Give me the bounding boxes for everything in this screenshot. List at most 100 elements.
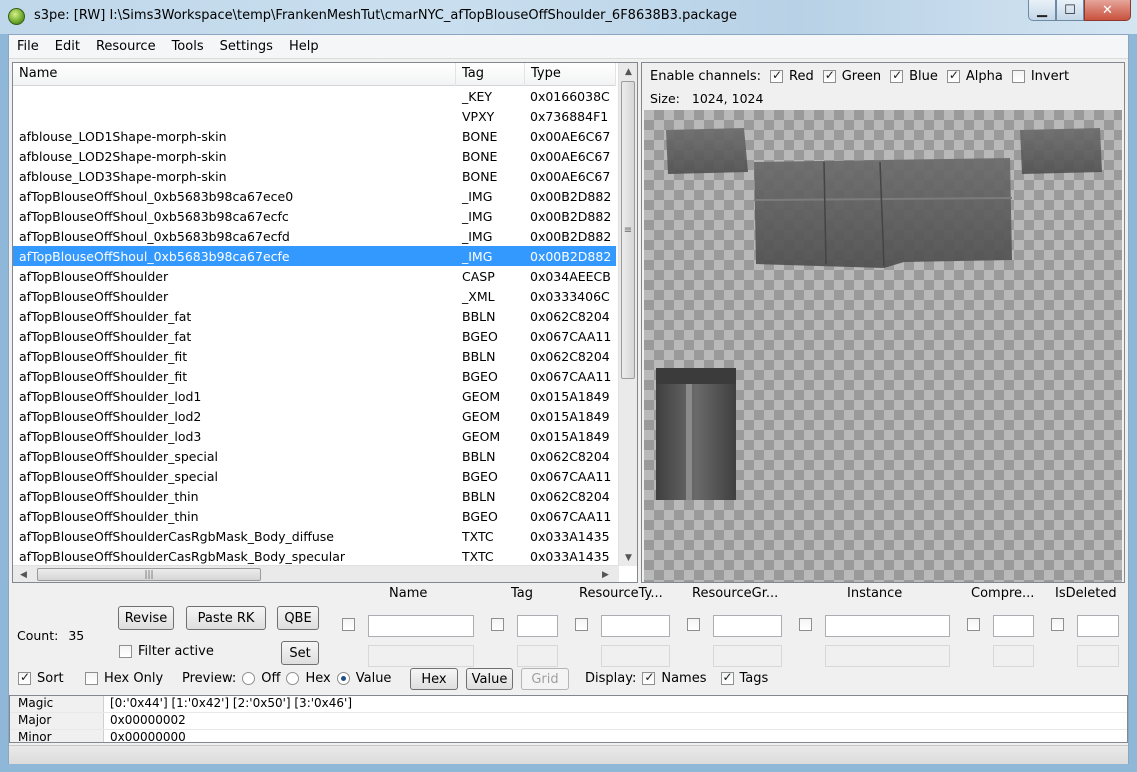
table-row[interactable]: afTopBlouseOffShoul_0xb5683b98ca67ecfc _I… xyxy=(13,206,616,226)
channel-green[interactable]: Green xyxy=(822,68,881,84)
table-row[interactable]: afblouse_LOD1Shape-morph-skin BONE 0x00AE6… xyxy=(13,126,616,146)
revise-button[interactable]: Revise xyxy=(118,606,174,630)
property-row[interactable]: Major 0x00000002 xyxy=(10,713,1127,730)
menu-settings[interactable]: Settings xyxy=(212,39,281,54)
table-row[interactable]: afTopBlouseOffShoulder_special BGEO 0x067C… xyxy=(13,466,616,486)
table-row[interactable]: afTopBlouseOffShoul_0xb5683b98ca67ecfd _I… xyxy=(13,226,616,246)
invert-checkbox[interactable] xyxy=(1011,70,1025,83)
filter-active-toggle[interactable]: Filter active xyxy=(119,644,214,659)
preview-off-radio[interactable] xyxy=(242,672,256,685)
sort-toggle[interactable]: Sort xyxy=(18,670,64,686)
scroll-left-icon[interactable]: ◀ xyxy=(15,566,32,582)
filter-instance-input[interactable] xyxy=(825,615,950,637)
filter-tag-input[interactable] xyxy=(517,615,558,637)
alpha-checkbox[interactable] xyxy=(946,68,960,83)
cell-tag: _IMG xyxy=(462,248,493,264)
close-button[interactable]: ✕ xyxy=(1084,0,1131,21)
menu-edit[interactable]: Edit xyxy=(47,39,88,54)
menu-file[interactable]: File xyxy=(9,39,47,54)
set-button[interactable]: Set xyxy=(281,641,319,665)
table-row[interactable]: afTopBlouseOffShoulder_lod1 GEOM 0x015A184… xyxy=(13,386,616,406)
maximize-button[interactable]: ☐ xyxy=(1056,0,1084,21)
table-row[interactable]: VPXY 0x736884F1 xyxy=(13,106,616,126)
table-row[interactable]: afTopBlouseOffShoulder_lod3 GEOM 0x015A184… xyxy=(13,426,616,446)
filter-active-checkbox[interactable] xyxy=(119,645,132,658)
scroll-thumb[interactable]: ≡ xyxy=(621,81,635,379)
scroll-right-icon[interactable]: ▶ xyxy=(597,566,614,582)
cell-tag: BONE xyxy=(462,168,498,184)
filter-tag-checkbox[interactable] xyxy=(491,618,504,631)
red-checkbox[interactable] xyxy=(770,68,784,83)
cell-type: 0x00AE6C67 xyxy=(530,128,611,144)
filter-isdeleted-input[interactable] xyxy=(1077,615,1119,637)
hex-button[interactable]: Hex xyxy=(410,668,458,690)
filter-compressed-input[interactable] xyxy=(993,615,1034,637)
hex-only-checkbox[interactable] xyxy=(85,672,98,685)
table-row[interactable]: afblouse_LOD2Shape-morph-skin BONE 0x00AE6… xyxy=(13,146,616,166)
filter-isdeleted-checkbox[interactable] xyxy=(1051,618,1064,631)
table-row[interactable]: afTopBlouseOffShoulder_fat BBLN 0x062C8204 xyxy=(13,306,616,326)
property-row[interactable]: Magic [0:'0x44'] [1:'0x42'] [2:'0x50'] [… xyxy=(10,696,1127,713)
table-row[interactable]: afTopBlouseOffShoulder_thin BBLN 0x062C820… xyxy=(13,486,616,506)
cell-tag: BONE xyxy=(462,128,498,144)
scroll-up-icon[interactable]: ▲ xyxy=(619,63,637,80)
filter-resourcetype-checkbox[interactable] xyxy=(575,618,588,631)
vertical-scrollbar[interactable]: ▲ ≡ ▼ xyxy=(618,63,637,566)
cell-type: 0x067CAA11 xyxy=(530,468,612,484)
channel-invert[interactable]: Invert xyxy=(1011,69,1069,84)
resource-list[interactable]: Name Tag Type _KEY 0x0166038C VPXY 0x736884… xyxy=(12,62,638,583)
paste-rk-button[interactable]: Paste RK xyxy=(186,606,266,630)
channel-red[interactable]: Red xyxy=(770,68,814,84)
table-row[interactable]: afTopBlouseOffShoul_0xb5683b98ca67ecfe _I… xyxy=(13,246,616,266)
horizontal-scrollbar[interactable]: ◀ ||| ▶ xyxy=(13,565,619,582)
scroll-down-icon[interactable]: ▼ xyxy=(619,549,637,566)
table-row[interactable]: afTopBlouseOffShoulder_thin BGEO 0x067CAA1… xyxy=(13,506,616,526)
sort-checkbox[interactable] xyxy=(18,670,31,685)
property-row[interactable]: Minor 0x00000000 xyxy=(10,730,1127,742)
menu-resource[interactable]: Resource xyxy=(88,39,164,54)
column-header-tag[interactable]: Tag xyxy=(456,63,525,86)
table-row[interactable]: afTopBlouseOffShoulder _XML 0x0333406C xyxy=(13,286,616,306)
value-button[interactable]: Value xyxy=(466,668,513,690)
green-checkbox[interactable] xyxy=(822,68,836,83)
filter-instance-checkbox[interactable] xyxy=(799,618,812,631)
hex-only-toggle[interactable]: Hex Only xyxy=(85,671,163,686)
names-checkbox[interactable] xyxy=(642,670,656,685)
table-row[interactable]: _KEY 0x0166038C xyxy=(13,86,616,106)
filter-name-input[interactable] xyxy=(368,615,474,637)
table-row[interactable]: afTopBlouseOffShoulder CASP 0x034AEECB xyxy=(13,266,616,286)
menu-tools[interactable]: Tools xyxy=(164,39,212,54)
table-row[interactable]: afTopBlouseOffShoul_0xb5683b98ca67ece0 _I… xyxy=(13,186,616,206)
blue-checkbox[interactable] xyxy=(890,68,904,83)
menu-help[interactable]: Help xyxy=(281,39,327,54)
preview-value-radio[interactable] xyxy=(336,672,350,685)
channel-blue[interactable]: Blue xyxy=(890,68,938,84)
filter-name-checkbox[interactable] xyxy=(342,618,355,631)
column-header-name[interactable]: Name xyxy=(13,63,456,86)
filter-resourcetype-input[interactable] xyxy=(601,615,670,637)
property-grid[interactable]: Magic [0:'0x44'] [1:'0x42'] [2:'0x50'] [… xyxy=(9,695,1128,743)
cell-type: 0x015A1849 xyxy=(530,388,610,404)
table-row[interactable]: afTopBlouseOffShoulder_fit BGEO 0x067CAA11 xyxy=(13,366,616,386)
channel-alpha[interactable]: Alpha xyxy=(946,68,1003,84)
column-header-type[interactable]: Type xyxy=(525,63,616,86)
size-label: Size: xyxy=(650,91,680,106)
qbe-button[interactable]: QBE xyxy=(277,606,319,630)
filter-resourcegroup-input[interactable] xyxy=(713,615,782,637)
preview-mode-group: Preview: Off Hex Value xyxy=(182,671,391,686)
filter-compressed-checkbox[interactable] xyxy=(967,618,980,631)
hscroll-thumb[interactable]: ||| xyxy=(37,568,261,581)
minimize-button[interactable]: ▁ xyxy=(1028,0,1056,21)
preview-hex-radio[interactable] xyxy=(286,672,300,685)
table-row[interactable]: afblouse_LOD3Shape-morph-skin BONE 0x00AE6… xyxy=(13,166,616,186)
cell-type: 0x062C8204 xyxy=(530,488,610,504)
table-row[interactable]: afTopBlouseOffShoulder_special BBLN 0x062C… xyxy=(13,446,616,466)
tags-checkbox[interactable] xyxy=(720,670,734,685)
cell-name: afTopBlouseOffShoulder_lod1 xyxy=(19,388,202,404)
filter-resourcegroup-checkbox[interactable] xyxy=(687,618,700,631)
table-row[interactable]: afTopBlouseOffShoulder_fit BBLN 0x062C8204 xyxy=(13,346,616,366)
table-row[interactable]: afTopBlouseOffShoulder_fat BGEO 0x067CAA11 xyxy=(13,326,616,346)
table-row[interactable]: afTopBlouseOffShoulderCasRgbMask_Body_di… xyxy=(13,526,616,546)
table-row[interactable]: afTopBlouseOffShoulder_lod2 GEOM 0x015A184… xyxy=(13,406,616,426)
table-row[interactable]: afTopBlouseOffShoulderCasRgbMask_Body_sp… xyxy=(13,546,616,566)
